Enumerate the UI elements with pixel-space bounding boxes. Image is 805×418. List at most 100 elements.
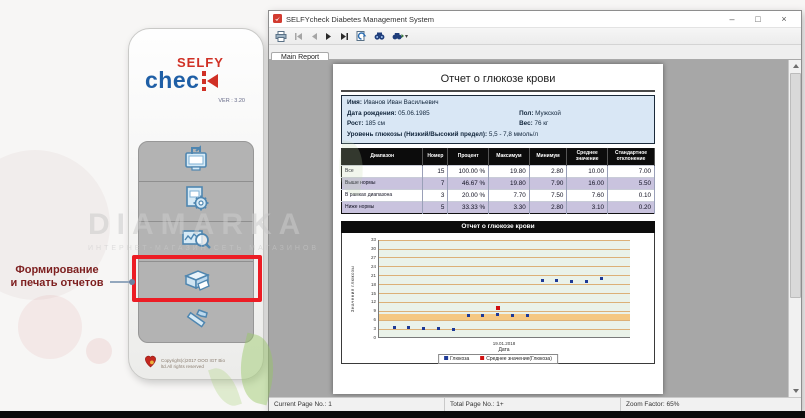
- legend-item: Глюкоза: [444, 356, 469, 362]
- status-bar: Current Page No.: 1 Total Page No.: 1+ Z…: [269, 397, 801, 412]
- logo-dash-icon: [202, 71, 206, 91]
- y-tick-label: 9: [361, 308, 376, 313]
- patient-field: Дата рождения: 05.06.1985: [347, 109, 519, 120]
- gridline: [379, 293, 630, 294]
- table-cell: В рамках диапазона: [342, 189, 423, 201]
- legend-swatch: [444, 356, 448, 360]
- status-current-page: Current Page No.: 1: [269, 398, 445, 412]
- table-row: В рамках диапазона320.00 %7.707.507.600.…: [342, 189, 655, 201]
- table-cell: 19.80: [489, 177, 530, 189]
- callout-connector-dot: [129, 279, 135, 285]
- scrollbar-thumb[interactable]: [790, 73, 801, 298]
- app-icon: [273, 10, 282, 28]
- table-cell: 15: [423, 165, 448, 177]
- next-page-icon[interactable]: [325, 32, 333, 41]
- bottom-black-strip: [0, 411, 805, 418]
- glucose-point: [600, 277, 603, 280]
- patient-field: Рост: 185 см: [347, 119, 519, 130]
- sidebar-item-report-settings[interactable]: [139, 182, 253, 222]
- table-cell: 7.90: [529, 177, 567, 189]
- data-transfer-icon: [179, 144, 213, 179]
- y-tick-label: 18: [361, 282, 376, 287]
- column-header: Процент: [448, 149, 489, 166]
- table-cell: Ниже нормы: [342, 201, 423, 213]
- table-cell: 33.33 %: [448, 201, 489, 213]
- column-header: Минимум: [529, 149, 567, 166]
- glucose-table: ДиапазонНомерПроцентМаксимумМинимумСредн…: [341, 148, 655, 214]
- close-button[interactable]: ×: [771, 11, 797, 27]
- table-cell: 7: [423, 177, 448, 189]
- patient-field: Вес: 76 кг: [519, 119, 649, 130]
- gridline: [379, 266, 630, 267]
- sidebar-item-tools[interactable]: [139, 302, 253, 342]
- chart-xtick: 19.01.2018: [378, 341, 630, 346]
- maximize-button[interactable]: □: [745, 11, 771, 27]
- logo-chec-text: chec: [145, 67, 199, 94]
- copyright-area: Copyright(c)2017 OOO IGT Bio ltd.All rig…: [143, 354, 225, 373]
- background-circle: [86, 338, 112, 364]
- gridline: [379, 320, 630, 321]
- data-view-icon: [179, 224, 213, 259]
- print-icon[interactable]: [275, 31, 287, 42]
- last-page-icon[interactable]: [340, 32, 349, 41]
- titlebar: SELFYcheck Diabetes Management System – …: [269, 11, 801, 28]
- scroll-down-icon[interactable]: [789, 385, 801, 397]
- table-row: Ниже нормы533.33 %3.302.803.100.20: [342, 201, 655, 213]
- gridline: [379, 257, 630, 258]
- table-cell: 0.10: [608, 189, 655, 201]
- glucose-point: [585, 280, 588, 283]
- glucose-point: [467, 314, 470, 317]
- search-icon[interactable]: [374, 31, 385, 41]
- minimize-button[interactable]: –: [719, 11, 745, 27]
- sidebar-item-data-transfer[interactable]: [139, 142, 253, 182]
- column-header: Номер: [423, 149, 448, 166]
- glucose-point: [541, 279, 544, 282]
- glucose-point: [393, 326, 396, 329]
- window-title: SELFYcheck Diabetes Management System: [286, 15, 719, 24]
- legend-item: Среднее значение(Глюкоза): [480, 356, 552, 362]
- selfycheck-device-panel: SELFY chec VER : 3.20: [128, 28, 264, 380]
- report-toolbar: ▾: [269, 28, 801, 45]
- patient-field: Имя: Иванов Иван Васильевич: [347, 98, 649, 109]
- column-header: Среднее значение: [567, 149, 608, 166]
- table-cell: 20.00 %: [448, 189, 489, 201]
- background-circle: [18, 295, 82, 359]
- scroll-up-icon[interactable]: [789, 60, 801, 72]
- version-label: VER : 3.20: [145, 98, 245, 104]
- gridline: [379, 302, 630, 303]
- logo-triangle-icon: [207, 74, 218, 88]
- chart-ylabel: Значения глюкозы: [350, 240, 355, 338]
- gridline: [379, 311, 630, 312]
- table-cell: 7.60: [567, 189, 608, 201]
- y-tick-label: 24: [361, 264, 376, 269]
- table-cell: 3: [423, 189, 448, 201]
- glucose-point: [496, 313, 499, 316]
- glucose-point: [511, 314, 514, 317]
- report-viewport: Отчет о глюкозе крови Имя: Иванов Иван В…: [269, 60, 801, 397]
- table-cell: 7.50: [529, 189, 567, 201]
- sidebar-button-panel: [138, 141, 254, 343]
- glucose-point: [481, 314, 484, 317]
- gridline: [379, 240, 630, 241]
- y-tick-label: 33: [361, 237, 376, 242]
- vertical-scrollbar[interactable]: [788, 60, 801, 397]
- table-cell: Все: [342, 165, 423, 177]
- highlight-red-box: [132, 255, 262, 302]
- column-header: Диапазон: [342, 149, 423, 166]
- dropdown-caret: ▾: [405, 33, 408, 40]
- table-cell: 0.20: [608, 201, 655, 213]
- gridline: [379, 329, 630, 330]
- legend-swatch: [480, 356, 484, 360]
- chart-title-bar: Отчет о глюкозе крови: [341, 221, 655, 233]
- glucose-table-body: Все15100.00 %19.802.8010.007.00Выше норм…: [342, 165, 655, 213]
- patient-field: Пол: Мужской: [519, 109, 649, 120]
- search-next-icon[interactable]: ▾: [392, 31, 408, 41]
- prev-page-icon[interactable]: [310, 32, 318, 41]
- chart-xlabel: Дата: [378, 347, 630, 353]
- table-cell: 7.70: [489, 189, 530, 201]
- glucose-point: [437, 327, 440, 330]
- y-tick-label: 12: [361, 299, 376, 304]
- export-icon[interactable]: [356, 31, 367, 42]
- first-page-icon[interactable]: [294, 32, 303, 41]
- glucose-point: [407, 326, 410, 329]
